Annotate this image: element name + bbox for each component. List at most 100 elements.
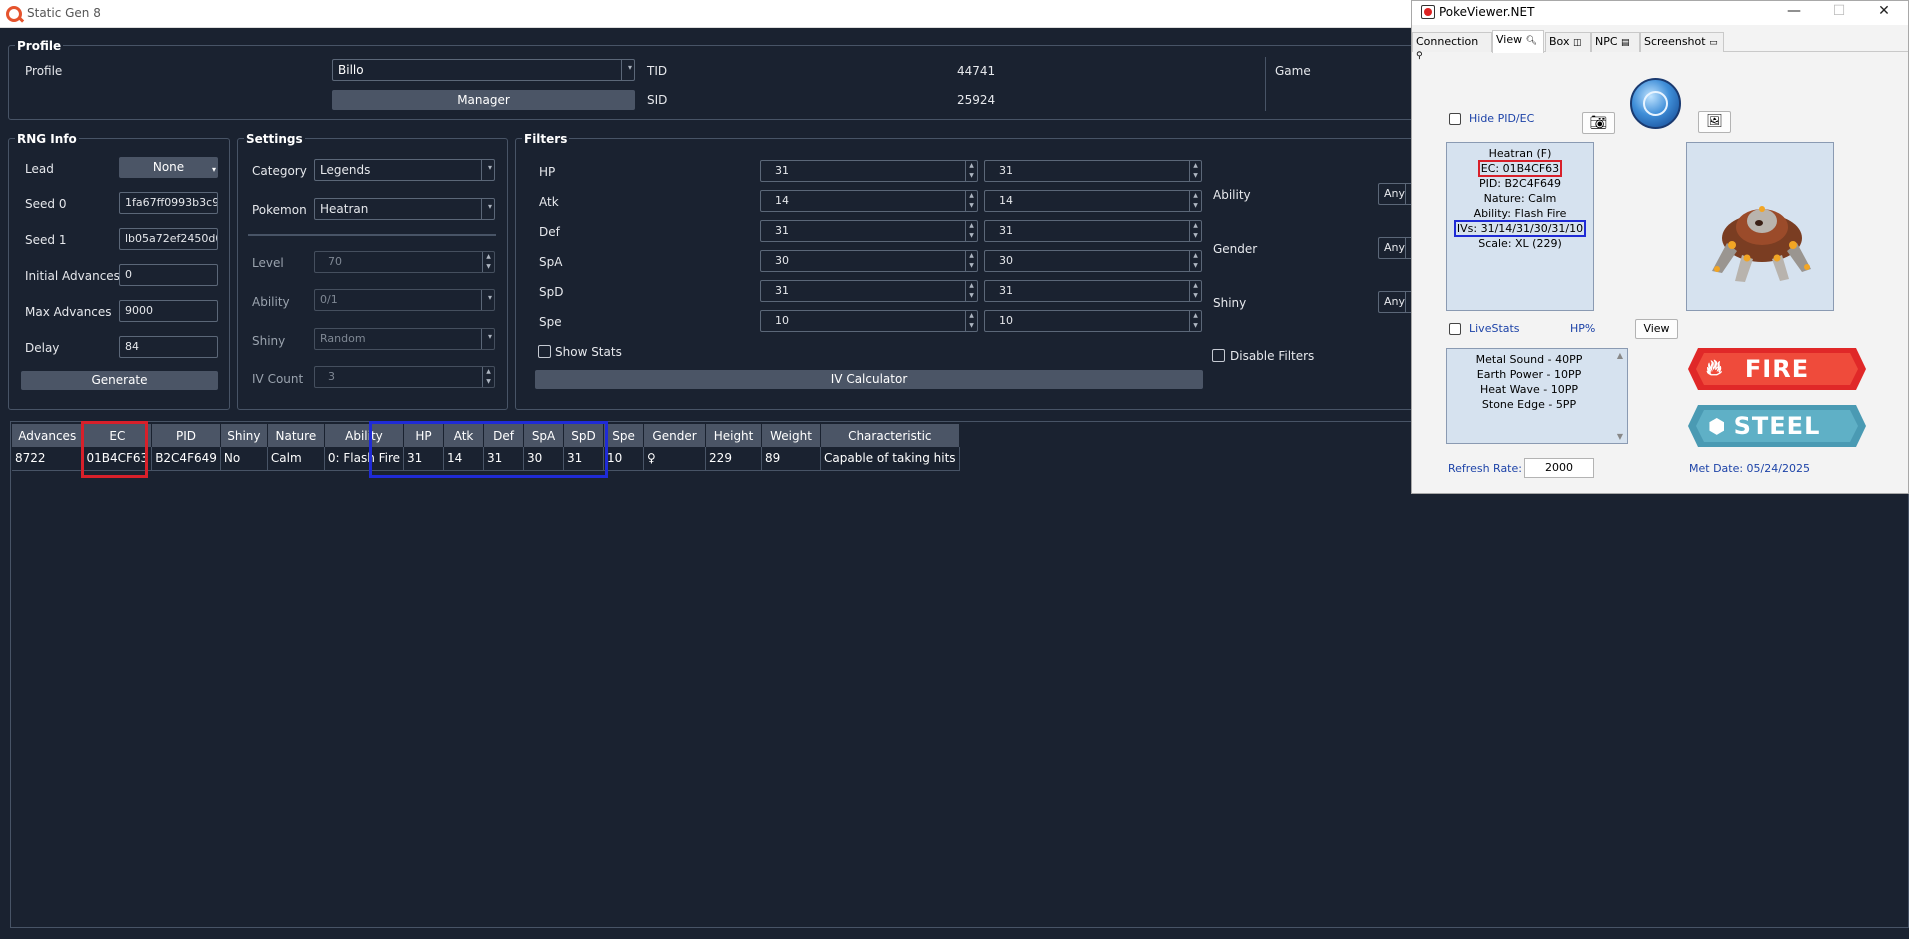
tid-value: 44741 — [957, 64, 996, 78]
maximize-icon[interactable]: ☐ — [1824, 3, 1854, 19]
filter-atk-max-spinbox[interactable]: 14 ▲ ▼ — [984, 190, 1202, 212]
level-spinbox: 70 ▲ ▼ — [314, 251, 495, 273]
close-icon[interactable]: ✕ — [1869, 3, 1899, 19]
fire-type-badge: 🔥︎ FIRE — [1688, 348, 1866, 390]
iv-count-label: IV Count — [252, 372, 304, 386]
profile-select[interactable]: Billo ▾ — [332, 59, 635, 81]
pokeviewer-tabbar: Connection ⚲ View 🔍︎ Box ◫ NPC ▤ Screens… — [1412, 30, 1908, 61]
filter-spd-min-spinbox[interactable]: 31 ▲ ▼ — [760, 280, 978, 302]
ability-label: Ability — [252, 295, 290, 309]
filter-spe-max-spinbox[interactable]: 10 ▲ ▼ — [984, 310, 1202, 332]
column-header-advances[interactable]: Advances — [12, 424, 84, 447]
info-ec: EC: 01B4CF63 — [1477, 160, 1563, 177]
manager-button[interactable]: Manager — [332, 90, 635, 110]
moves-scrollbar[interactable]: ▲ ▼ — [1613, 349, 1627, 443]
column-header-spe[interactable]: Spe — [603, 424, 645, 447]
pokemon-select[interactable]: Heatran ▾ — [314, 198, 495, 220]
window-title: Static Gen 8 — [27, 6, 101, 20]
hide-pid-ec-checkbox[interactable] — [1449, 113, 1461, 125]
spin-buttons: ▲ ▼ — [1189, 191, 1201, 211]
flame-icon: 🔥︎ — [1706, 356, 1724, 381]
minimize-icon[interactable]: — — [1779, 3, 1809, 19]
filter-spa-min-spinbox[interactable]: 30 ▲ ▼ — [760, 250, 978, 272]
filter-ability-label: Ability — [1213, 188, 1251, 202]
filter-spa-label: SpA — [539, 255, 563, 269]
profile-group-title: Profile — [15, 39, 64, 53]
scroll-up-icon[interactable]: ▲ — [1613, 351, 1627, 360]
column-header-characteristic[interactable]: Characteristic — [820, 424, 960, 447]
spin-buttons: ▲ ▼ — [965, 281, 977, 301]
camera-button[interactable]: 📷︎ — [1582, 112, 1615, 134]
pokeviewer-titlebar: PokeViewer.NET — ☐ ✕ — [1412, 1, 1908, 25]
livestats-checkbox[interactable] — [1449, 323, 1461, 335]
filter-spe-min-spinbox[interactable]: 10 ▲ ▼ — [760, 310, 978, 332]
filter-spd-min-value: 31 — [775, 284, 789, 297]
filter-hp-max-spinbox[interactable]: 31 ▲ ▼ — [984, 160, 1202, 182]
delay-input[interactable]: 84 — [119, 336, 218, 358]
generate-button[interactable]: Generate — [21, 371, 218, 390]
filter-def-max-spinbox[interactable]: 31 ▲ ▼ — [984, 220, 1202, 242]
rng-info-group-title: RNG Info — [15, 132, 79, 146]
category-select[interactable]: Legends ▾ — [314, 159, 495, 181]
filter-atk-min-spinbox[interactable]: 14 ▲ ▼ — [760, 190, 978, 212]
show-stats-checkbox[interactable] — [538, 345, 551, 358]
iv-highlight-box — [369, 421, 608, 478]
view-button[interactable]: View — [1635, 319, 1678, 339]
show-stats-label: Show Stats — [555, 345, 622, 359]
filter-spd-max-spinbox[interactable]: 31 ▲ ▼ — [984, 280, 1202, 302]
max-advances-input[interactable]: 9000 — [119, 300, 218, 322]
filter-hp-label: HP — [539, 165, 556, 179]
column-header-nature[interactable]: Nature — [267, 424, 325, 447]
image-button[interactable]: 🖼︎ — [1698, 111, 1731, 133]
tab-box[interactable]: Box ◫ — [1545, 32, 1591, 52]
move-2: Earth Power - 10PP — [1476, 368, 1582, 381]
scroll-down-icon[interactable]: ▼ — [1613, 432, 1627, 441]
settings-group-title: Settings — [244, 132, 305, 146]
filter-hp-min-spinbox[interactable]: 31 ▲ ▼ — [760, 160, 978, 182]
livestats-label: LiveStats — [1469, 322, 1520, 335]
disable-filters-checkbox[interactable] — [1212, 349, 1225, 362]
sid-value: 25924 — [957, 93, 996, 107]
profile-label: Profile — [25, 64, 63, 78]
seed0-input[interactable]: 1fa67ff0993b3c9 — [119, 192, 218, 214]
initial-advances-input[interactable]: 0 — [119, 264, 218, 286]
filter-def-label: Def — [539, 225, 560, 239]
tab-view[interactable]: View 🔍︎ — [1492, 30, 1544, 53]
column-header-pid[interactable]: PID — [151, 424, 221, 447]
tid-label: TID — [647, 64, 668, 78]
tab-connection[interactable]: Connection ⚲ — [1412, 32, 1492, 61]
column-header-shiny[interactable]: Shiny — [220, 424, 268, 447]
table-cell-advances: 8722 — [12, 447, 84, 471]
seed1-input[interactable]: lb05a72ef2450d0 — [119, 228, 218, 250]
pokeviewer-app-icon — [1421, 5, 1435, 19]
box-icon: ◫ — [1572, 38, 1582, 48]
pokeviewer-window: PokeViewer.NET — ☐ ✕ Connection ⚲ View 🔍… — [1411, 0, 1909, 494]
tab-view-label: View — [1496, 33, 1523, 46]
met-date-label: Met Date: 05/24/2025 — [1689, 462, 1810, 475]
table-cell-pid: B2C4F649 — [151, 447, 221, 471]
iv-calculator-button[interactable]: IV Calculator — [535, 370, 1203, 389]
table-cell-characteristic: Capable of taking hits — [820, 447, 960, 471]
info-species: Heatran (F) — [1488, 147, 1552, 160]
profile-group: Profile — [8, 39, 1418, 120]
column-header-weight[interactable]: Weight — [761, 424, 822, 447]
initial-advances-label: Initial Advances — [25, 269, 120, 283]
pokemon-label: Pokemon — [252, 203, 307, 217]
profile-divider — [1265, 57, 1266, 111]
column-header-height[interactable]: Height — [705, 424, 763, 447]
tab-screenshot[interactable]: Screenshot ▭ — [1640, 32, 1724, 52]
pokemon-value: Heatran — [320, 202, 369, 216]
refresh-rate-input[interactable]: 2000 — [1524, 458, 1594, 478]
lead-select[interactable]: None ▾ — [119, 157, 218, 178]
lead-label: Lead — [25, 162, 54, 176]
spin-buttons: ▲ ▼ — [482, 252, 494, 272]
magnifier-icon: 🔍︎ — [1525, 36, 1538, 46]
info-ivs-row: IVs: 31/14/31/30/31/10 — [1447, 220, 1593, 237]
column-header-gender[interactable]: Gender — [643, 424, 707, 447]
tab-connection-label: Connection — [1416, 35, 1479, 48]
filter-def-min-spinbox[interactable]: 31 ▲ ▼ — [760, 220, 978, 242]
tab-npc[interactable]: NPC ▤ — [1591, 32, 1640, 52]
filter-spa-max-spinbox[interactable]: 30 ▲ ▼ — [984, 250, 1202, 272]
filter-spe-max-value: 10 — [999, 314, 1013, 327]
info-pid: PID: B2C4F649 — [1478, 177, 1562, 190]
